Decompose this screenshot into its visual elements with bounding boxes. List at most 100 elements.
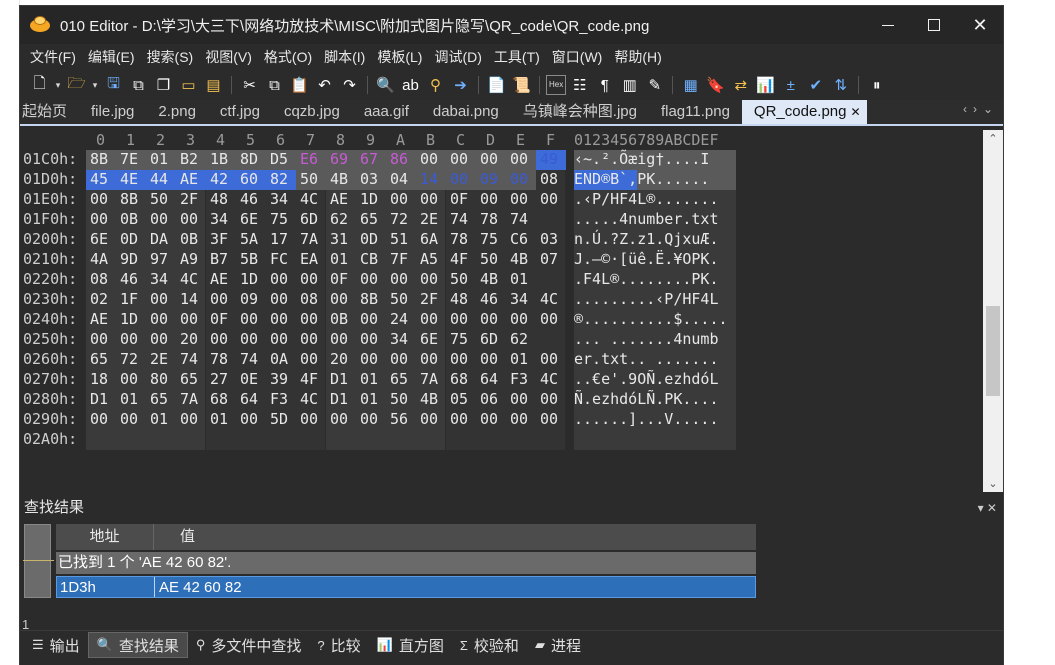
hex-byte[interactable]: D5 [270,150,296,168]
hex-byte[interactable]: DA [150,230,176,248]
hex-byte[interactable]: 00 [390,190,416,208]
hex-byte[interactable]: 07 [540,250,566,268]
hex-byte[interactable]: 34 [510,290,536,308]
hex-byte[interactable]: 0B [180,230,206,248]
hex-byte[interactable]: AE [90,310,116,328]
hex-byte[interactable]: 5D [270,410,296,428]
compare-icon[interactable]: ± [779,74,802,96]
hex-byte[interactable]: D1 [330,370,356,388]
tab-file[interactable]: ctf.jpg [208,100,272,124]
ascii-row[interactable]: .....4number.txt [574,210,719,228]
hex-byte[interactable]: 62 [330,210,356,228]
hex-byte[interactable]: 65 [150,390,176,408]
ascii-row[interactable]: END®B`‚PK...... [574,170,709,188]
bottom-tab-4[interactable]: 📊 直方图 [369,632,452,658]
hex-byte[interactable]: 51 [390,230,416,248]
ascii-row[interactable]: ‹~.².Õæig†....I [574,150,709,168]
hex-byte[interactable]: 34 [270,190,296,208]
menu-search[interactable]: 搜索(S) [141,44,200,70]
hex-byte[interactable]: 00 [360,270,386,288]
hex-byte[interactable]: 00 [300,350,326,368]
bottom-tab-5[interactable]: Σ 校验和 [452,632,527,658]
text-mode-icon[interactable]: ☷ [568,74,591,96]
hex-byte[interactable]: 46 [240,190,266,208]
bookmark-icon[interactable]: 🔖 [704,74,727,96]
hex-byte[interactable]: 00 [360,410,386,428]
tab-start-page[interactable]: 起始页 [20,100,79,124]
hex-byte[interactable]: 00 [510,390,536,408]
hex-byte[interactable]: AE [330,190,356,208]
hex-byte[interactable]: 00 [270,270,296,288]
hex-byte[interactable]: 4E [120,170,146,188]
hex-byte[interactable]: 78 [210,350,236,368]
hex-byte[interactable]: 04 [390,170,416,188]
hex-byte[interactable]: 82 [270,170,296,188]
hex-byte[interactable]: 0F [330,270,356,288]
hex-byte[interactable]: 78 [450,230,476,248]
hex-byte[interactable]: 50 [150,190,176,208]
hex-byte[interactable]: 0A [270,350,296,368]
panel-controls[interactable]: ▾ ✕ [978,496,997,520]
hex-byte[interactable]: 08 [300,290,326,308]
hex-byte[interactable]: 00 [420,310,446,328]
hex-byte[interactable]: 4B [480,270,506,288]
hex-byte[interactable]: 00 [330,410,356,428]
hex-byte[interactable]: 4B [510,250,536,268]
open-recent-icon[interactable]: ▤ [202,74,225,96]
hex-byte[interactable]: 20 [180,330,206,348]
tab-file[interactable]: 2.png [146,100,208,124]
bottom-tab-1[interactable]: 🔍 查找结果 [87,632,188,658]
pilcrow-icon[interactable]: ¶ [593,74,616,96]
hex-byte[interactable]: 00 [360,330,386,348]
hex-byte[interactable]: 18 [90,370,116,388]
hex-byte[interactable]: 00 [330,330,356,348]
hex-byte[interactable]: 4C [540,370,566,388]
hex-byte[interactable]: 00 [450,350,476,368]
hex-byte[interactable]: D1 [90,390,116,408]
open-dropdown-icon[interactable]: ▾ [90,74,100,96]
hex-byte[interactable]: 00 [330,290,356,308]
tab-file[interactable]: aaa.gif [352,100,421,124]
hex-byte[interactable]: 00 [510,310,536,328]
hex-byte[interactable]: 00 [480,190,506,208]
hex-byte[interactable]: 2F [420,290,446,308]
hex-byte[interactable]: 65 [390,370,416,388]
tab-file[interactable]: dabai.png [421,100,511,124]
checksum-icon[interactable]: ✔ [804,74,827,96]
hex-byte[interactable]: 01 [360,390,386,408]
ascii-row[interactable]: .........‹P/HF4L [574,290,719,308]
hex-byte[interactable]: 00 [450,310,476,328]
hex-byte[interactable]: 67 [360,150,386,168]
hex-byte[interactable]: F3 [270,390,296,408]
hex-editor[interactable]: 0 1 2 3 4 5 6 7 8 9 A B C D E F 0123456789ABCDEF 01C0h: 8B… [20,130,1003,492]
hex-byte[interactable]: FC [270,250,296,268]
hex-byte[interactable]: 01 [120,390,146,408]
hex-byte[interactable]: 01 [510,270,536,288]
hex-byte[interactable]: 00 [270,330,296,348]
find-icon[interactable]: 🔍 [374,74,397,96]
tab-active[interactable]: QR_code.png ✕ [741,100,867,124]
hex-byte[interactable]: 0D [120,230,146,248]
hex-byte[interactable]: 6D [300,210,326,228]
hex-byte[interactable]: 4B [330,170,356,188]
ascii-row[interactable]: ..€e'.9OÑ.ezhdóL [574,370,719,388]
hex-byte[interactable]: 64 [240,390,266,408]
hex-byte[interactable]: 00 [270,290,296,308]
hex-byte[interactable]: 6D [480,330,506,348]
hex-byte[interactable]: 68 [210,390,236,408]
hex-byte[interactable]: 48 [450,290,476,308]
hex-byte[interactable]: 60 [240,170,266,188]
scroll-down-icon[interactable]: ⌄ [983,477,1003,490]
menu-edit[interactable]: 编辑(E) [82,44,141,70]
hex-byte[interactable]: 65 [360,210,386,228]
tab-nav-arrows[interactable]: ‹›⌄ [963,102,999,116]
hex-byte[interactable]: 50 [390,290,416,308]
hex-byte[interactable]: 65 [180,370,206,388]
hex-byte[interactable]: 68 [450,370,476,388]
hex-byte[interactable]: 4A [90,250,116,268]
hex-byte[interactable]: B7 [210,250,236,268]
hex-byte[interactable]: 0F [450,190,476,208]
hex-byte[interactable]: 14 [180,290,206,308]
menu-debug[interactable]: 调试(D) [428,44,487,70]
hex-byte[interactable]: 00 [180,210,206,228]
